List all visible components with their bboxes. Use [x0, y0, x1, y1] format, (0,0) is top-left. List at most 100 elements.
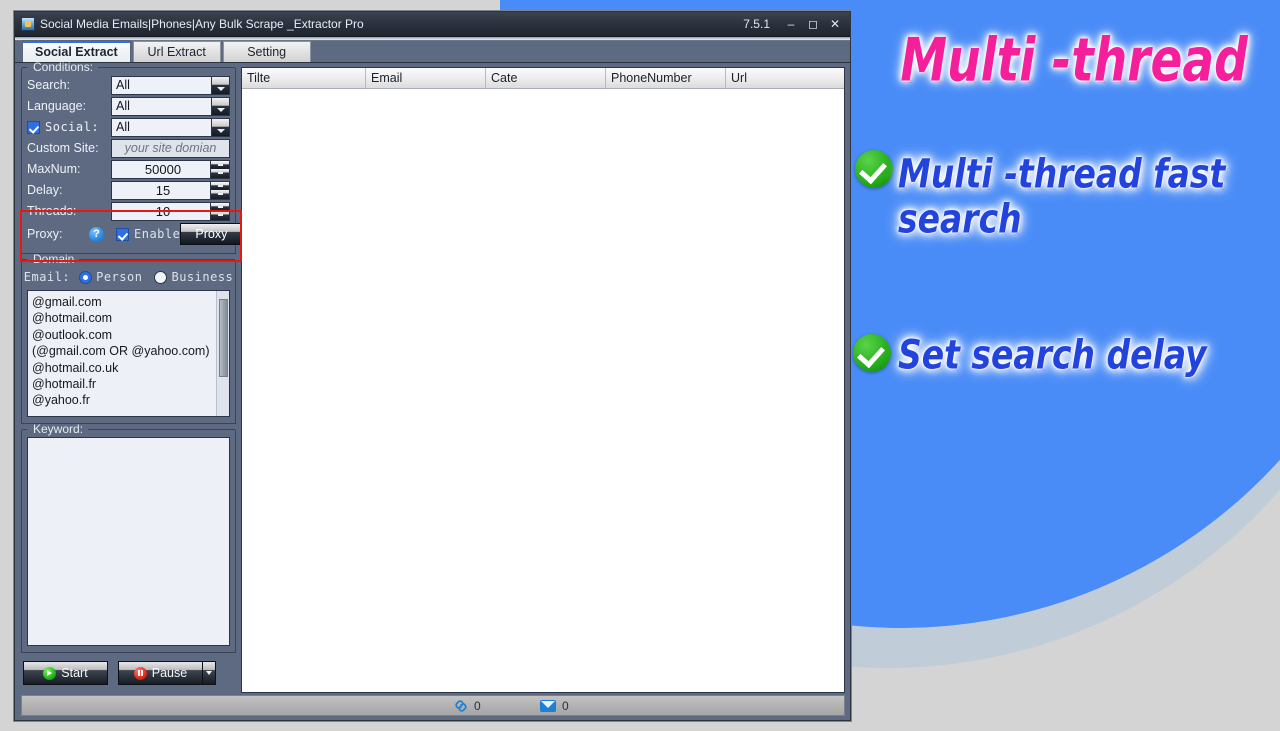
threads-stepper[interactable]: 10 — [111, 201, 230, 221]
check-mark-icon-1 — [855, 150, 893, 188]
grid-header-row: Tilte Email Cate PhoneNumber Url — [242, 68, 844, 89]
domain-group: Domain Email: Person Business @gmail.com… — [21, 252, 236, 424]
social-row: Social: All — [27, 117, 230, 137]
help-icon[interactable]: ? — [89, 226, 104, 242]
social-label: Social: — [45, 120, 100, 134]
column-header-url[interactable]: Url — [726, 68, 844, 88]
list-item[interactable]: @hotmail.com — [32, 310, 229, 326]
tab-strip: Social Extract Url Extract Setting — [15, 40, 850, 63]
column-header-cate[interactable]: Cate — [486, 68, 606, 88]
delay-value: 15 — [155, 182, 171, 198]
promo-title: Multi -thread — [900, 25, 1248, 96]
search-value: All — [116, 78, 130, 92]
maxnum-row: MaxNum: 50000 — [27, 159, 230, 179]
maximize-button[interactable]: ◻ — [802, 15, 824, 34]
results-panel: Tilte Email Cate PhoneNumber Url — [241, 63, 850, 693]
threads-label: Threads: — [27, 204, 77, 218]
maxnum-stepper[interactable]: 50000 — [111, 159, 230, 179]
tab-url-extract[interactable]: Url Extract — [132, 41, 221, 62]
promo-bullet-2: Set search delay — [898, 330, 1207, 379]
links-count: 0 — [474, 698, 481, 713]
keyword-group: Keyword: — [21, 422, 236, 653]
person-radio[interactable] — [79, 270, 93, 284]
delay-row: Delay: 15 — [27, 180, 230, 200]
column-header-title[interactable]: Tilte — [242, 68, 366, 88]
threads-value: 10 — [155, 203, 171, 219]
status-bar: 0 0 — [21, 695, 845, 716]
list-item[interactable]: @yahoo.fr — [32, 392, 229, 408]
maxnum-spinner[interactable] — [210, 160, 229, 178]
proxy-enable-checkbox[interactable] — [116, 227, 129, 241]
chevron-down-icon — [206, 671, 212, 675]
tab-social-extract[interactable]: Social Extract — [22, 40, 131, 62]
chevron-down-icon[interactable] — [211, 76, 229, 94]
social-value: All — [116, 120, 130, 134]
close-button[interactable]: ✕ — [824, 15, 846, 34]
maxnum-label: MaxNum: — [27, 162, 81, 176]
language-label: Language: — [27, 99, 87, 113]
link-icon — [454, 699, 468, 712]
business-label: Business — [171, 270, 234, 284]
status-mails: 0 — [540, 699, 569, 713]
window-body: Conditions: Search: All Language: All So… — [15, 60, 850, 693]
pause-button-group: Pause — [118, 661, 216, 685]
column-header-phonenumber[interactable]: PhoneNumber — [606, 68, 726, 88]
list-item[interactable]: @hotmail.co.uk — [32, 360, 229, 376]
spinner-down-icon[interactable] — [211, 190, 229, 199]
status-links: 0 — [454, 699, 481, 713]
social-checkbox[interactable] — [27, 120, 40, 134]
grid-body[interactable] — [242, 89, 844, 692]
search-label: Search: — [27, 78, 71, 92]
language-value: All — [116, 99, 130, 113]
pause-label: Pause — [151, 666, 188, 680]
spinner-down-icon[interactable] — [211, 211, 229, 220]
keyword-legend: Keyword: — [22, 422, 235, 436]
person-label: Person — [96, 270, 143, 284]
play-icon — [43, 666, 57, 680]
domain-list[interactable]: @gmail.com @hotmail.com @outlook.com (@g… — [27, 290, 230, 417]
language-row: Language: All — [27, 96, 230, 116]
spinner-up-icon[interactable] — [211, 181, 229, 190]
pause-button[interactable]: Pause — [118, 661, 203, 685]
title-bar[interactable]: Social Media Emails|Phones|Any Bulk Scra… — [15, 12, 850, 37]
proxy-enable-label: Enable — [134, 227, 181, 241]
list-item[interactable]: @gmail.com — [32, 294, 229, 310]
custom-site-input[interactable]: your site domian — [111, 138, 230, 158]
list-item[interactable]: @hotmail.fr — [32, 376, 229, 392]
application-window: Social Media Emails|Phones|Any Bulk Scra… — [14, 11, 851, 721]
spinner-down-icon[interactable] — [211, 169, 229, 178]
chevron-down-icon[interactable] — [211, 97, 229, 115]
email-label: Email: — [23, 270, 71, 284]
pause-dropdown-button[interactable] — [203, 661, 216, 685]
spinner-up-icon[interactable] — [211, 202, 229, 211]
delay-spinner[interactable] — [210, 181, 229, 199]
maxnum-value: 50000 — [144, 161, 182, 177]
scrollbar-thumb[interactable] — [219, 299, 228, 377]
tab-setting[interactable]: Setting — [222, 41, 311, 62]
delay-stepper[interactable]: 15 — [111, 180, 230, 200]
list-item[interactable]: (@gmail.com OR @yahoo.com) — [32, 343, 229, 359]
proxy-button[interactable]: Proxy — [180, 223, 243, 245]
language-select[interactable]: All — [111, 96, 230, 116]
column-header-email[interactable]: Email — [366, 68, 486, 88]
left-options-panel: Conditions: Search: All Language: All So… — [15, 60, 243, 693]
start-button[interactable]: Start — [23, 661, 108, 685]
domain-list-scrollbar[interactable] — [216, 291, 229, 416]
delay-label: Delay: — [27, 183, 63, 197]
search-select[interactable]: All — [111, 75, 230, 95]
threads-spinner[interactable] — [210, 202, 229, 220]
action-buttons: Start Pause — [21, 657, 236, 693]
minimize-button[interactable]: – — [780, 15, 802, 34]
social-select[interactable]: All — [111, 117, 230, 137]
list-item[interactable]: @outlook.com — [32, 327, 229, 343]
domain-legend: Domain — [22, 252, 235, 266]
results-grid[interactable]: Tilte Email Cate PhoneNumber Url — [241, 67, 845, 693]
mails-count: 0 — [562, 698, 569, 713]
spinner-up-icon[interactable] — [211, 160, 229, 169]
envelope-icon — [540, 699, 556, 712]
conditions-group: Conditions: Search: All Language: All So… — [21, 60, 243, 254]
keyword-textarea[interactable] — [27, 437, 230, 646]
business-radio[interactable] — [154, 270, 168, 284]
chevron-down-icon[interactable] — [211, 118, 229, 136]
proxy-label: Proxy: — [27, 227, 63, 241]
